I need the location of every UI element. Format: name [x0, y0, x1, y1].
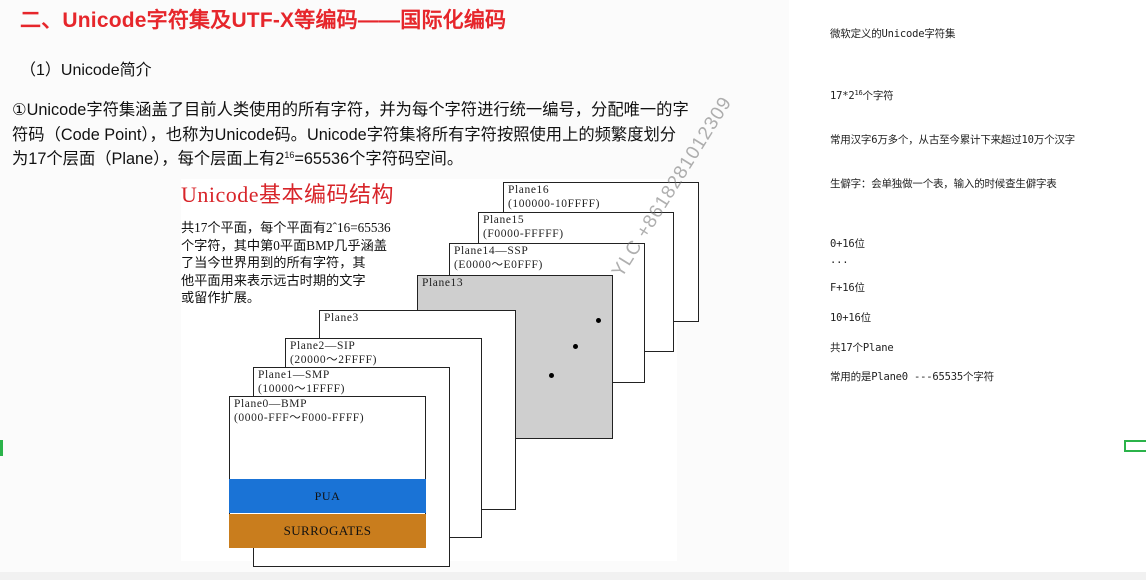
- plane-16-label: Plane16: [508, 184, 550, 196]
- note-2-exponent: 16: [854, 89, 863, 97]
- slide-panel: 二、Unicode字符集及UTF-X等编码——国际化编码 （1）Unicode简…: [0, 0, 789, 572]
- ellipsis-dot: [596, 318, 601, 323]
- diagram-desc-line: 了当今世界用到的所有字符，其: [181, 255, 366, 270]
- note-line: F+16位: [830, 282, 865, 294]
- note-line: 生僻字：会单独做一个表，输入的时候查生僻字表: [830, 178, 1057, 190]
- plane-2-label: Plane2—SIP: [290, 340, 356, 352]
- plane-3-label: Plane3: [324, 312, 359, 324]
- note-line: 共17个Plane: [830, 342, 894, 354]
- plane-15-label: Plane15: [483, 214, 525, 226]
- body-line-3: 为17个层面（Plane），每个层面上有216=65536个字符码空间。: [12, 147, 789, 172]
- plane-14-range: (E0000～E0FFF): [454, 259, 543, 271]
- note-2-pre: 17*2: [830, 90, 855, 102]
- note-line: 10+16位: [830, 312, 871, 324]
- plane-0-range: (0000-FFF～F000-FFFF): [234, 412, 365, 424]
- body-line-2: 符码（Code Point），也称为Unicode码。Unicode字符集将所有…: [12, 125, 677, 144]
- note-line: 常用的是Plane0 ---65535个字符: [830, 371, 994, 383]
- bottom-bar: [0, 572, 1146, 580]
- note-line: 微软定义的Unicode字符集: [830, 28, 956, 40]
- ellipsis-dot: [549, 373, 554, 378]
- body-line-3-exponent: 16: [284, 150, 295, 160]
- surrogates-label: SURROGATES: [283, 523, 372, 538]
- note-2-post: 个字符: [862, 90, 894, 102]
- diagram-title: Unicode基本编码结构: [181, 182, 395, 207]
- note-line: ...: [830, 254, 849, 266]
- note-line: 0+16位: [830, 238, 865, 250]
- body-line-1: ①Unicode字符集涵盖了目前人类使用的所有字符，并为每个字符进行统一编号，分…: [12, 101, 689, 119]
- right-edge-marker: [1124, 440, 1146, 452]
- plane-15-range: (F0000-FFFFF): [483, 228, 564, 240]
- diagram-desc-line: 个字符，其中第0平面BMP几乎涵盖: [181, 237, 387, 253]
- pua-block: PUA: [229, 479, 426, 513]
- plane-1-range: (10000～1FFFF): [258, 383, 346, 395]
- plane-2-range: (20000～2FFFF): [290, 354, 378, 366]
- unicode-structure-diagram: Unicode基本编码结构 共17个平面，每个平面有2ˆ16=65536 个字符…: [181, 179, 699, 567]
- diagram-desc-line: 共17个平面，每个平面有2ˆ16=65536: [181, 220, 391, 235]
- plane-16-range: (100000-10FFFF): [508, 198, 601, 210]
- note-line: 17*216个字符: [830, 88, 894, 103]
- body-line-3-pre: 为17个层面（Plane），每个层面上有2: [12, 150, 285, 168]
- plane-14-label: Plane14—SSP: [454, 245, 529, 257]
- slide-title: 二、Unicode字符集及UTF-X等编码——国际化编码: [20, 9, 507, 32]
- plane-0-label: Plane0—BMP: [234, 398, 308, 410]
- slide-subtitle: （1）Unicode简介: [20, 62, 152, 79]
- plane-13-label: Plane13: [422, 277, 464, 289]
- surrogates-block: SURROGATES: [229, 514, 426, 548]
- ellipsis-dot: [573, 344, 578, 349]
- notes-panel: 微软定义的Unicode字符集 17*216个字符 常用汉字6万多个，从古至今累…: [789, 0, 1146, 580]
- note-line: 常用汉字6万多个，从古至今累计下来超过10万个汉字: [830, 134, 1075, 146]
- body-line-3-post: =65536个字符码空间。: [294, 150, 464, 168]
- left-edge-marker: [0, 440, 3, 456]
- plane-1-label: Plane1—SMP: [258, 369, 330, 381]
- slide-body-paragraph: ①Unicode字符集涵盖了目前人类使用的所有字符，并为每个字符进行统一编号，分…: [12, 98, 789, 172]
- pua-label: PUA: [314, 489, 341, 503]
